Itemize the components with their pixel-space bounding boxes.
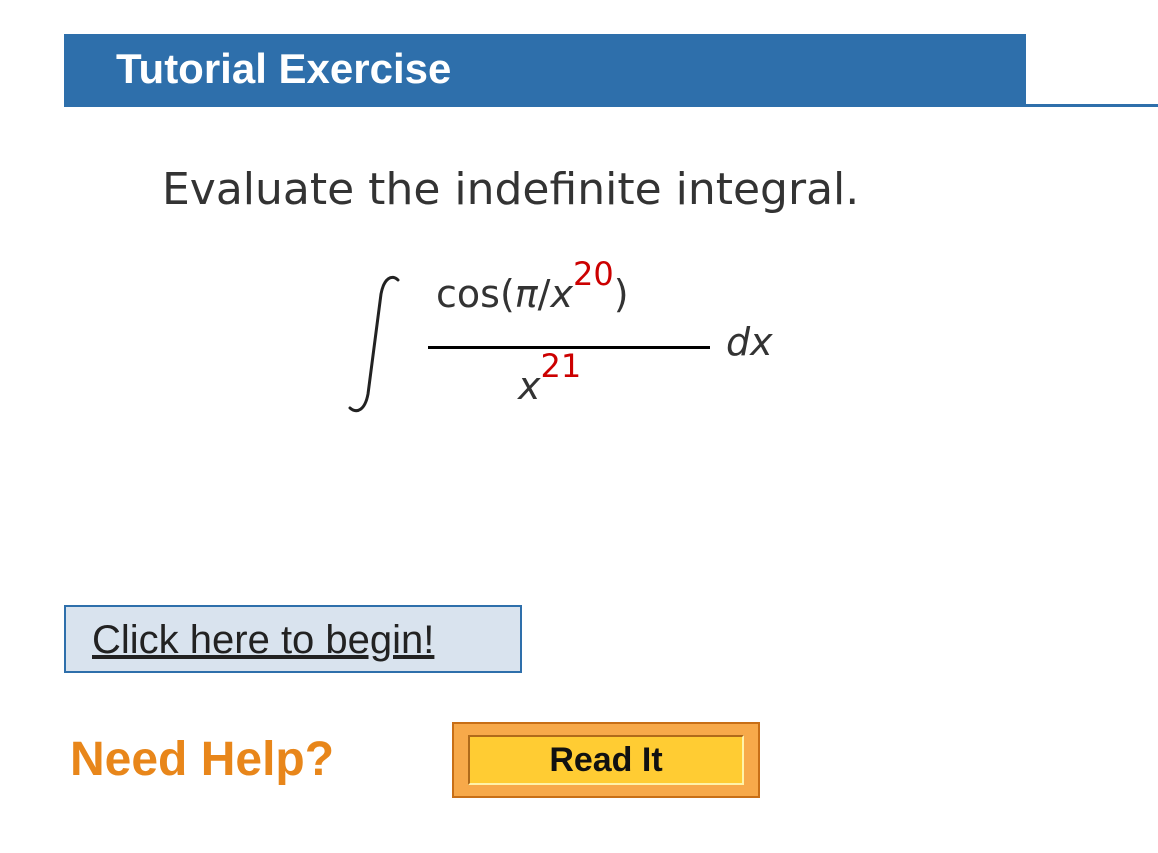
header-divider: [64, 104, 1158, 107]
begin-tutorial-link[interactable]: Click here to begin!: [92, 616, 434, 664]
begin-tutorial-button[interactable]: Click here to begin!: [64, 605, 522, 673]
problem-prompt: Evaluate the indefinite integral.: [162, 164, 860, 215]
read-it-button[interactable]: Read It: [452, 722, 760, 798]
need-help-label: Need Help?: [70, 733, 335, 786]
pi-symbol: π: [514, 272, 538, 316]
page-title: Tutorial Exercise: [116, 45, 452, 92]
numerator-variable: x: [550, 272, 573, 316]
closing-paren: ): [613, 272, 629, 316]
read-it-label[interactable]: Read It: [470, 737, 742, 783]
read-it-button-face[interactable]: Read It: [468, 735, 744, 785]
denominator-exponent: 21: [540, 347, 582, 385]
cos-function: cos(: [436, 272, 515, 316]
denominator-variable: x: [518, 364, 541, 408]
fraction-denominator: x21: [518, 347, 581, 416]
division-slash: /: [537, 272, 551, 316]
fraction-numerator: cos(π/x20): [436, 255, 629, 324]
integral-expression: cos(π/x20) x21 dx: [340, 255, 800, 422]
header-bar: Tutorial Exercise: [64, 34, 1026, 104]
integral-sign-icon: [348, 275, 400, 413]
differential: dx: [726, 320, 773, 364]
numerator-exponent: 20: [572, 255, 614, 293]
